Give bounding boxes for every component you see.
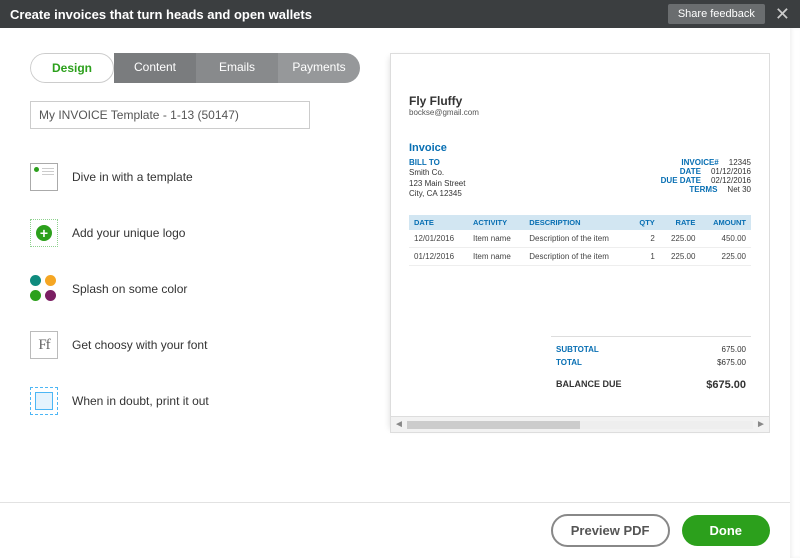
tab-content[interactable]: Content — [114, 53, 196, 83]
template-name-input[interactable] — [30, 101, 310, 129]
font-icon: Ff — [30, 331, 58, 359]
option-font[interactable]: Ff Get choosy with your font — [30, 317, 360, 373]
preview-pdf-button[interactable]: Preview PDF — [551, 514, 670, 547]
share-feedback-button[interactable]: Share feedback — [668, 4, 765, 24]
option-color[interactable]: Splash on some color — [30, 261, 360, 317]
modal-footer: Preview PDF Done — [0, 502, 800, 558]
print-margins-icon — [30, 387, 58, 415]
template-icon — [30, 163, 58, 191]
document-type: Invoice — [409, 142, 751, 154]
header-title: Create invoices that turn heads and open… — [10, 7, 312, 22]
option-template[interactable]: Dive in with a template — [30, 149, 360, 205]
company-email: bockse@gmail.com — [409, 108, 751, 117]
tab-bar: Design Content Emails Payments — [30, 53, 360, 83]
tab-emails[interactable]: Emails — [196, 53, 278, 83]
logo-icon: + — [30, 219, 58, 247]
design-panel: Design Content Emails Payments Dive in w… — [30, 53, 360, 448]
option-label: Add your unique logo — [72, 226, 185, 240]
horizontal-scrollbar[interactable]: ◄ ► — [391, 416, 769, 432]
option-label: Splash on some color — [72, 282, 187, 296]
scroll-right-icon[interactable]: ► — [753, 417, 769, 433]
option-label: Get choosy with your font — [72, 338, 207, 352]
modal-header: Create invoices that turn heads and open… — [0, 0, 800, 28]
option-label: Dive in with a template — [72, 170, 193, 184]
invoice-preview-pane: Fly Fluffy bockse@gmail.com Invoice BILL… — [390, 53, 770, 448]
close-icon[interactable]: ✕ — [775, 5, 790, 23]
bill-to-block: BILL TO Smith Co. 123 Main Street City, … — [409, 158, 465, 200]
option-print[interactable]: When in doubt, print it out — [30, 373, 360, 429]
tab-payments[interactable]: Payments — [278, 53, 360, 83]
scroll-left-icon[interactable]: ◄ — [391, 417, 407, 433]
palette-icon — [30, 275, 58, 303]
table-row: 12/01/2016 Item name Description of the … — [409, 230, 751, 248]
table-row: 01/12/2016 Item name Description of the … — [409, 247, 751, 265]
option-label: When in doubt, print it out — [72, 394, 209, 408]
company-name: Fly Fluffy — [409, 94, 751, 108]
line-items-table: DATE ACTIVITY DESCRIPTION QTY RATE AMOUN… — [409, 215, 751, 266]
totals-block: SUBTOTAL675.00 TOTAL$675.00 BALANCE DUE$… — [551, 336, 751, 393]
tab-design[interactable]: Design — [30, 53, 114, 83]
option-logo[interactable]: + Add your unique logo — [30, 205, 360, 261]
invoice-preview: Fly Fluffy bockse@gmail.com Invoice BILL… — [390, 53, 770, 433]
invoice-meta: INVOICE#12345 DATE01/12/2016 DUE DATE02/… — [661, 158, 751, 200]
done-button[interactable]: Done — [682, 515, 771, 546]
